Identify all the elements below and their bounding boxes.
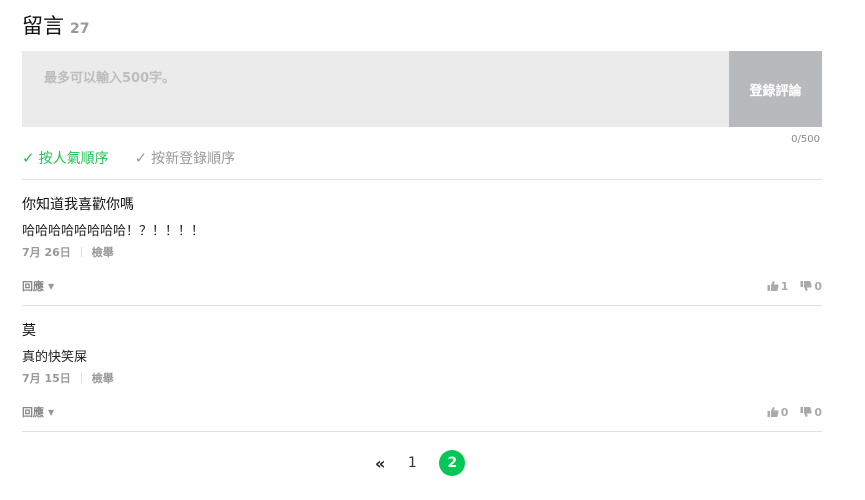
comment-meta: 7月 26日 檢舉 xyxy=(22,244,822,260)
divider xyxy=(22,431,822,432)
reply-button[interactable]: 回應 ▼ xyxy=(22,278,54,294)
check-icon: ✓ xyxy=(22,149,35,167)
dislike-button[interactable]: 0 xyxy=(800,406,822,419)
comment-count: 27 xyxy=(70,21,90,37)
dislike-button[interactable]: 0 xyxy=(800,280,822,293)
sort-popular-label: 按人氣順序 xyxy=(38,151,109,167)
comment-composer: 登錄評論 xyxy=(22,51,822,127)
comment-actions: 回應 ▼ 1 0 xyxy=(22,278,822,294)
submit-comment-button[interactable]: 登錄評論 xyxy=(729,51,822,127)
reply-label: 回應 xyxy=(22,280,44,293)
thumbs-down-icon xyxy=(800,281,812,291)
comment-author: 莫 xyxy=(22,323,36,339)
like-button[interactable]: 1 xyxy=(767,279,789,293)
sort-popular[interactable]: ✓ 按人氣順序 xyxy=(22,148,109,168)
first-page-button[interactable]: « xyxy=(375,454,385,473)
char-counter: 0/500 xyxy=(791,134,820,145)
dislike-count: 0 xyxy=(814,405,822,419)
meta-separator xyxy=(80,247,82,257)
thumbs-up-icon xyxy=(767,407,779,417)
vote-group: 1 0 xyxy=(767,280,822,293)
comment-input[interactable] xyxy=(22,51,729,127)
sort-newest-label: 按新登錄順序 xyxy=(151,151,236,167)
comment-text: 真的快笑屎 xyxy=(22,350,88,365)
vote-group: 0 0 xyxy=(767,406,822,419)
report-link[interactable]: 檢舉 xyxy=(92,244,114,260)
sort-options: ✓ 按人氣順序 ✓ 按新登錄順序 xyxy=(22,148,235,168)
pagination: « 1 2 xyxy=(375,450,466,476)
dislike-count: 0 xyxy=(814,279,822,293)
like-count: 0 xyxy=(780,405,789,419)
thumbs-down-icon xyxy=(800,407,812,417)
section-header: 留言 27 xyxy=(22,10,89,40)
comment-item: 你知道我喜歡你嗎 哈哈哈哈哈哈哈哈！？！！！！ 7月 26日 檢舉 回應 ▼ 1… xyxy=(22,194,822,294)
comment-meta: 7月 15日 檢舉 xyxy=(22,370,822,386)
report-link[interactable]: 檢舉 xyxy=(92,370,114,386)
reply-button[interactable]: 回應 ▼ xyxy=(22,404,54,420)
like-count: 1 xyxy=(780,279,789,293)
caret-down-icon: ▼ xyxy=(48,281,55,291)
caret-down-icon: ▼ xyxy=(48,407,55,417)
comment-date: 7月 26日 xyxy=(22,246,71,259)
check-icon: ✓ xyxy=(134,149,148,167)
like-button[interactable]: 0 xyxy=(767,405,789,419)
sort-newest[interactable]: ✓ 按新登錄順序 xyxy=(135,148,236,168)
comment-author: 你知道我喜歡你嗎 xyxy=(22,197,134,213)
comment-actions: 回應 ▼ 0 0 xyxy=(22,404,822,420)
thumbs-up-icon xyxy=(767,281,779,291)
divider xyxy=(22,305,822,306)
page-2-button[interactable]: 2 xyxy=(439,450,466,476)
comment-date: 7月 15日 xyxy=(22,372,71,385)
comment-text: 哈哈哈哈哈哈哈哈！？！！！！ xyxy=(22,224,205,239)
section-title: 留言 xyxy=(22,14,64,38)
meta-separator xyxy=(80,373,82,383)
divider xyxy=(22,179,822,180)
page-1-button[interactable]: 1 xyxy=(399,450,425,476)
reply-label: 回應 xyxy=(22,406,44,419)
comment-item: 莫 真的快笑屎 7月 15日 檢舉 回應 ▼ 0 0 xyxy=(22,320,822,420)
